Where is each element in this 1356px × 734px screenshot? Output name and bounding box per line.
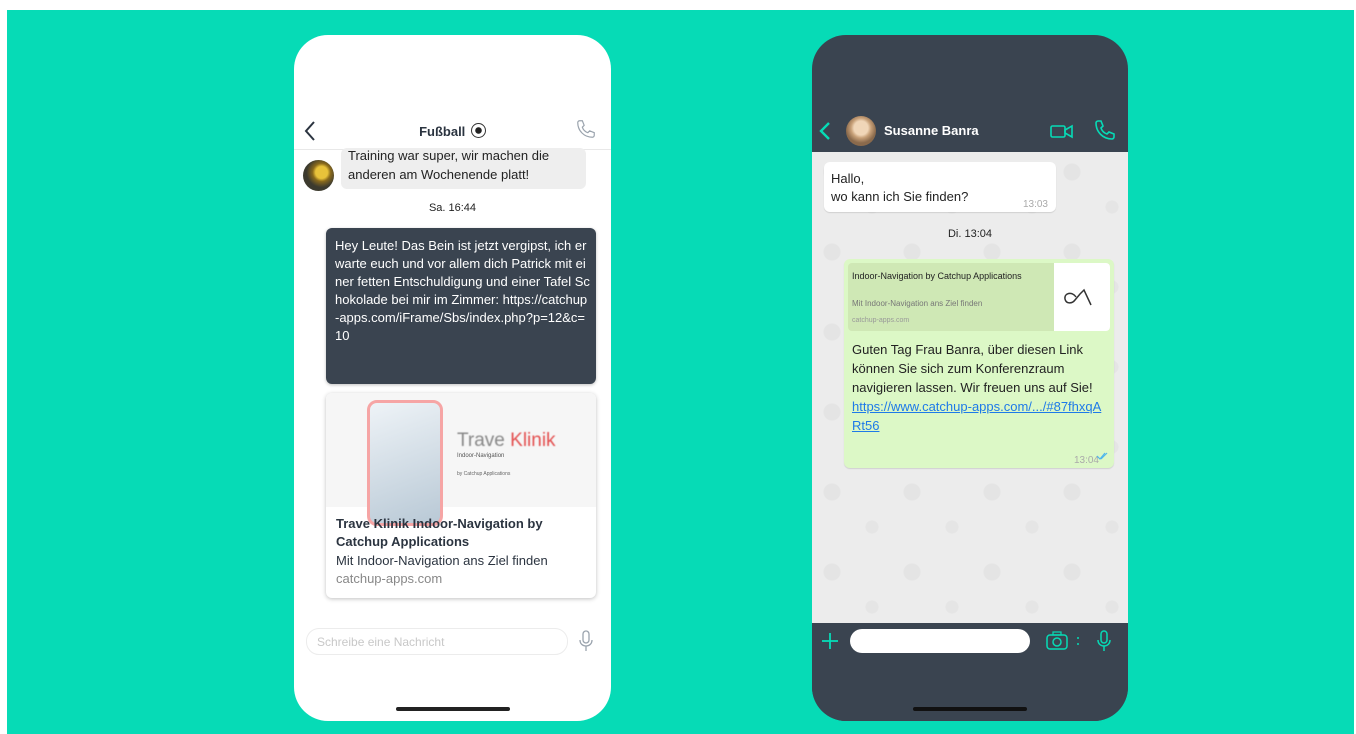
link-preview[interactable]: Indoor-Navigation by Catchup Application… [848,263,1110,331]
outgoing-message-text: Guten Tag Frau Banra, über diesen Link k… [852,340,1110,435]
catchup-logo [1054,263,1110,331]
message-timestamp: Sa. 16:44 [428,202,477,214]
link-card-url: catchup-apps.com [336,571,443,586]
outgoing-message-bubble: Indoor-Navigation by Catchup Application… [844,259,1114,468]
link-preview-title: Indoor-Navigation by Catchup Application… [852,271,1022,281]
phone-icon[interactable] [1093,118,1117,142]
message-input[interactable] [315,633,559,651]
message-input-wrapper [850,629,1030,653]
preview-subtitle: Indoor-Navigation [457,453,505,459]
message-input[interactable] [860,632,1024,652]
incoming-line-2: wo kann ich Sie finden? [831,189,969,204]
chat-header: Susanne Banra [812,113,1128,149]
link-card-description: Mit Indoor-Navigation ans Ziel finden [336,553,548,568]
right-phone-screen: Susanne Banra Hallo, wo kann ich Sie find… [812,35,1128,721]
home-indicator[interactable] [913,707,1027,711]
chat-area: Hallo, wo kann ich Sie finden? 13:03 Di. … [812,152,1128,623]
preview-brand-text: Trave [457,430,505,451]
incoming-message-bubble: Hallo, wo kann ich Sie finden? 13:03 [824,162,1056,212]
link-preview-url: catchup-apps.com [852,317,910,324]
more-dots-icon[interactable] [1076,633,1080,649]
chat-title: Fußball [294,123,611,139]
background [7,10,1354,734]
double-check-icon [1096,452,1108,460]
outgoing-message-body: Guten Tag Frau Banra, über diesen Link k… [852,342,1093,395]
incoming-line-1: Hallo, [831,171,865,186]
plus-icon[interactable] [820,631,840,651]
chat-title-text: Fußball [419,124,466,139]
outgoing-message-text: Hey Leute! Das Bein ist jetzt vergipst, … [335,238,590,343]
preview-by-line: by Catchup Applications [457,471,511,477]
chevron-left-icon[interactable] [818,119,832,143]
microphone-icon[interactable] [578,629,594,653]
incoming-message-text: Training war super, wir machen die ander… [348,148,550,182]
link-preview-image: Trave Klinik Indoor-Navigation by Catchu… [326,393,596,526]
camera-icon[interactable] [1046,631,1068,651]
microphone-icon[interactable] [1096,629,1112,653]
link-preview-card[interactable]: Trave Klinik Indoor-Navigation by Catchu… [326,393,596,598]
phone-icon[interactable] [575,118,597,140]
contact-name[interactable]: Susanne Banra [884,123,979,138]
avatar[interactable] [303,160,334,191]
incoming-message-time: 13:03 [1022,199,1048,210]
preview-brand: Trave Klinik [457,430,556,452]
chat-header: Fußball [294,117,611,147]
message-timestamp: Di. 13:04 [947,228,993,240]
home-indicator[interactable] [396,707,510,711]
message-input-wrapper [306,628,568,655]
incoming-message-bubble: Training war super, wir machen die ander… [341,148,586,189]
outgoing-message-bubble: Hey Leute! Das Bein ist jetzt vergipst, … [326,228,596,384]
outgoing-message-link[interactable]: https://www.catchup-apps.com/.../#87fhxq… [852,399,1101,433]
left-phone-screen: Fußball Training war super, wir machen d… [294,35,611,721]
catchup-logo-icon [1064,288,1092,306]
link-preview-description: Mit Indoor-Navigation ans Ziel finden [852,299,983,308]
avatar[interactable] [846,116,876,146]
phone-mockup-image [367,400,443,526]
preview-brand-accent: Klinik [510,430,556,451]
link-card-title: Trave Klinik Indoor-Navigation by Catchu… [336,516,543,549]
incoming-message-text: Hallo, wo kann ich Sie finden? [831,170,1031,206]
video-camera-icon[interactable] [1050,121,1074,141]
soccer-ball-icon [470,123,486,138]
